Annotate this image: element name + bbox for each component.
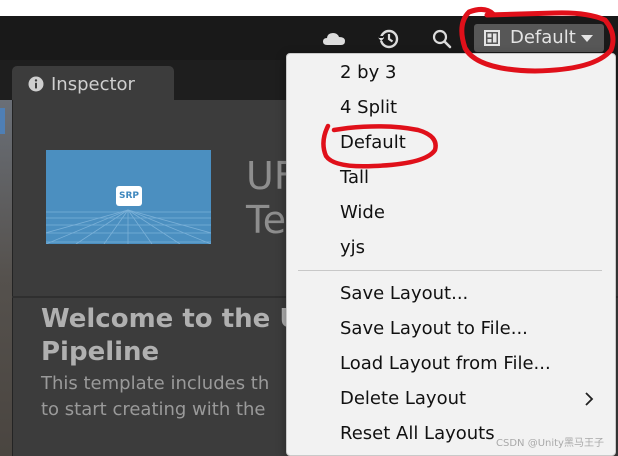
layout-icon	[484, 30, 500, 46]
menu-item-default[interactable]: Default	[340, 131, 406, 155]
scene-view-edge	[0, 100, 12, 456]
history-icon[interactable]	[377, 28, 401, 50]
selection-marker	[0, 108, 5, 134]
search-icon[interactable]	[430, 28, 454, 50]
menu-item-reset-all-layouts[interactable]: Reset All Layouts	[340, 422, 495, 446]
template-title-line-2: Te	[246, 198, 287, 242]
welcome-heading-line-2: Pipeline	[41, 337, 160, 367]
chevron-right-icon	[585, 392, 594, 406]
menu-item-save-layout[interactable]: Save Layout...	[340, 282, 468, 306]
layout-dropdown-label: Default	[510, 27, 576, 48]
description-line-2: to start creating with the	[41, 399, 266, 420]
menu-item-4-split[interactable]: 4 Split	[340, 96, 397, 120]
watermark: CSDN @Unity黑马王子	[496, 438, 604, 449]
menu-item-save-layout-to-file[interactable]: Save Layout to File...	[340, 317, 528, 341]
menu-item-delete-layout[interactable]: Delete Layout	[340, 387, 466, 411]
welcome-heading-line-1: Welcome to the U	[41, 304, 301, 334]
menu-item-load-layout[interactable]: Load Layout from File...	[340, 352, 551, 376]
menu-item-yjs[interactable]: yjs	[340, 236, 365, 260]
menu-item-wide[interactable]: Wide	[340, 201, 385, 225]
description-line-1: This template includes th	[41, 373, 270, 394]
next-heading-cut-off	[41, 448, 241, 456]
menu-item-tall[interactable]: Tall	[340, 166, 369, 190]
chevron-down-icon	[581, 35, 593, 42]
cloud-icon[interactable]	[322, 28, 346, 50]
menu-item-2-by-3[interactable]: 2 by 3	[340, 61, 396, 85]
info-icon	[28, 76, 44, 92]
tab-inspector-label: Inspector	[51, 74, 135, 95]
menu-separator	[298, 270, 602, 271]
srp-badge: SRP	[116, 186, 142, 206]
